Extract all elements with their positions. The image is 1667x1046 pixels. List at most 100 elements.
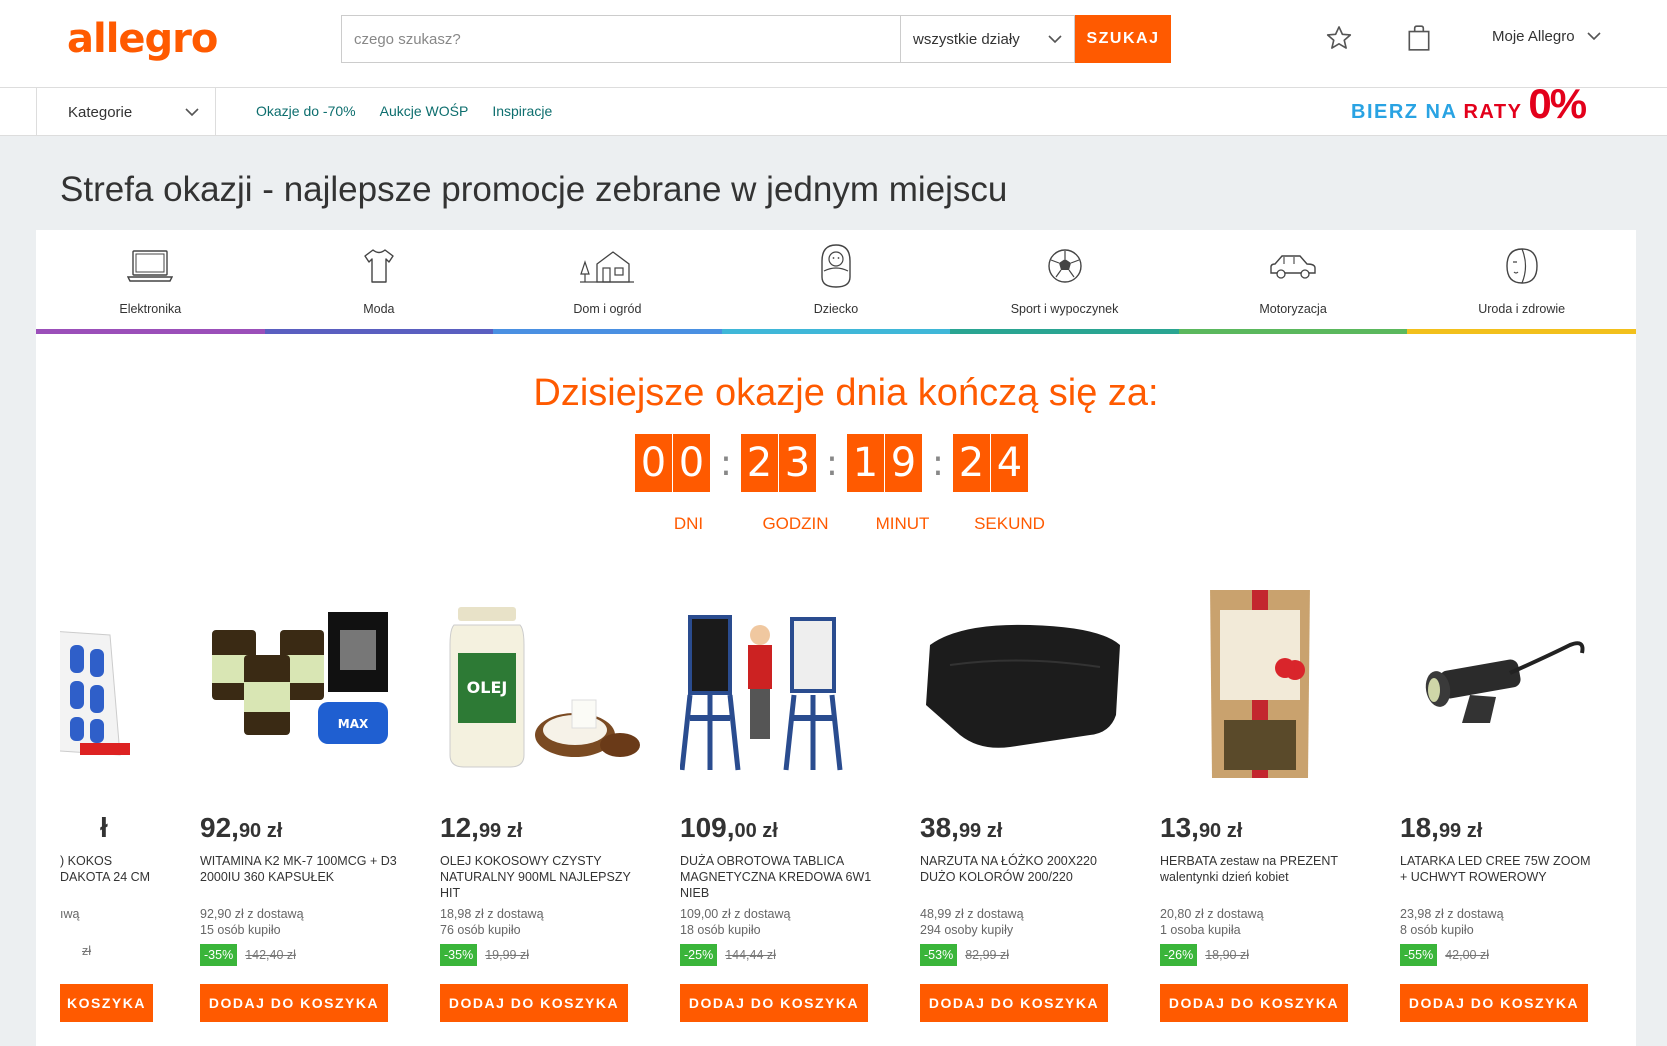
- category-color-bar: [1407, 329, 1636, 334]
- product-name[interactable]: DUŻA OBROTOWA TABLICA MAGNETYCZNA KREDOW…: [680, 853, 880, 901]
- category-tab-moda[interactable]: Moda: [264, 230, 494, 334]
- product-bought-count: 18 osób kupiło: [680, 923, 761, 937]
- page-title: Strefa okazji - najlepsze promocje zebra…: [60, 170, 1008, 209]
- product-name[interactable]: HERBATA zestaw na PREZENT walentynki dzi…: [1160, 853, 1360, 885]
- search-bar: wszystkie działy SZUKAJ: [341, 15, 1171, 63]
- category-tab-dziecko[interactable]: Dziecko: [721, 230, 951, 334]
- product-name[interactable]: LATARKA LED CREE 75W ZOOM + UCHWYT ROWER…: [1400, 853, 1600, 885]
- categories-dropdown[interactable]: Kategorie: [36, 88, 216, 136]
- timer-separator: :: [825, 442, 839, 484]
- category-color-bar: [36, 329, 265, 334]
- category-color-bar: [950, 329, 1179, 334]
- product-shipping: 23,98 zł z dostawą: [1400, 907, 1504, 921]
- product-discount: zł: [82, 944, 91, 958]
- product-discount: -35% 19,99 zł: [440, 944, 529, 966]
- category-label: Moda: [363, 302, 395, 316]
- nav-link-inspiracje[interactable]: Inspiracje: [492, 103, 552, 119]
- product-bought-count: 294 osoby kupiły: [920, 923, 1014, 937]
- product-image[interactable]: OLEJ: [440, 590, 640, 790]
- search-button[interactable]: SZUKAJ: [1075, 15, 1171, 63]
- product-card[interactable]: 18,99 zł LATARKA LED CREE 75W ZOOM + UCH…: [1400, 590, 1600, 1046]
- category-label: Elektronika: [119, 302, 182, 316]
- search-input[interactable]: [341, 15, 900, 63]
- product-card[interactable]: 38,99 zł NARZUTA NA ŁÓŻKO 200x220 DUŻO K…: [920, 590, 1120, 1046]
- countdown-labels: DNI GODZIN MINUT SEKUND: [635, 514, 1063, 534]
- add-to-cart-button[interactable]: DODAJ DO KOSZYKA: [1400, 984, 1588, 1022]
- top-header: allegro wszystkie działy SZUKAJ Moje All…: [0, 0, 1667, 88]
- nav-link-okazje[interactable]: Okazje do -70%: [256, 103, 356, 119]
- product-image[interactable]: MAX: [200, 590, 400, 790]
- timer-label-minutes: MINUT: [875, 514, 930, 533]
- product-shipping: 109,00 zł z dostawą: [680, 907, 791, 921]
- discount-badge: -35%: [200, 944, 238, 966]
- product-image[interactable]: [1400, 590, 1600, 790]
- old-price: 42,00 zł: [1445, 948, 1489, 962]
- my-allegro-menu[interactable]: Moje Allegro: [1492, 28, 1601, 45]
- product-card[interactable]: ł ) Kokos DAKOTA 24 cm ıwą zł KOSZYKA: [60, 590, 153, 1046]
- timer-label-days: DNI: [673, 514, 704, 533]
- product-name[interactable]: Witamina K2 MK-7 100mcg + D3 2000IU 360 …: [200, 853, 400, 885]
- product-discount: -26% 18,90 zł: [1160, 944, 1249, 966]
- product-shipping: 18,98 zł z dostawą: [440, 907, 544, 921]
- product-price: 92,90 zł: [200, 812, 283, 843]
- installments-promo-banner[interactable]: BIERZ NA RATY 0%: [1351, 83, 1587, 125]
- old-price: zł: [82, 944, 92, 958]
- category-label: Sport i wypoczynek: [1010, 302, 1119, 316]
- product-card[interactable]: OLEJ 12,99 zł OLEJ KOKOSOWY CZYSTY NATUR…: [440, 590, 640, 1046]
- add-to-cart-button[interactable]: DODAJ DO KOSZYKA: [200, 984, 388, 1022]
- face-icon: [1503, 244, 1541, 288]
- category-color-bar: [1178, 329, 1408, 334]
- product-name[interactable]: NARZUTA NA ŁÓŻKO 200x220 DUŻO KOLORÓW 20…: [920, 853, 1120, 885]
- timer-label-hours: GODZIN: [762, 514, 829, 533]
- laptop-icon: [127, 244, 174, 288]
- department-select-label: wszystkie działy: [913, 30, 1020, 48]
- nav-link-aukcje-wosp[interactable]: Aukcje WOŚP: [380, 103, 469, 119]
- shopping-bag-icon[interactable]: [1403, 22, 1435, 54]
- category-label: Motoryzacja: [1259, 302, 1327, 316]
- timer-label-seconds: SEKUND: [974, 514, 1045, 533]
- category-tab-uroda[interactable]: Uroda i zdrowie: [1407, 230, 1636, 334]
- add-to-cart-button[interactable]: DODAJ DO KOSZYKA: [680, 984, 868, 1022]
- allegro-logo[interactable]: allegro: [67, 16, 218, 62]
- discount-badge: -55%: [1400, 944, 1438, 966]
- category-tab-elektronika[interactable]: Elektronika: [36, 230, 265, 334]
- category-tab-dom-i-ogrod[interactable]: Dom i ogród: [493, 230, 722, 334]
- old-price: 144,44 zł: [725, 948, 776, 962]
- baby-icon: [820, 244, 852, 288]
- product-image[interactable]: [920, 590, 1120, 790]
- chevron-down-icon: [1586, 32, 1601, 41]
- product-discount: -55% 42,00 zł: [1400, 944, 1489, 966]
- department-select[interactable]: wszystkie działy: [900, 15, 1075, 63]
- product-image[interactable]: [680, 590, 880, 790]
- star-icon[interactable]: [1323, 22, 1355, 54]
- car-icon: [1268, 244, 1318, 288]
- timer-digit: 2: [953, 434, 990, 492]
- old-price: 18,90 zł: [1205, 948, 1249, 962]
- promo-text-part2: RATY: [1463, 101, 1523, 123]
- add-to-cart-button[interactable]: KOSZYKA: [60, 984, 153, 1022]
- add-to-cart-button[interactable]: DODAJ DO KOSZYKA: [1160, 984, 1348, 1022]
- timer-digit: 1: [847, 434, 884, 492]
- product-image[interactable]: [60, 590, 130, 790]
- product-name[interactable]: ) Kokos DAKOTA 24 cm: [60, 853, 160, 885]
- svg-text:MAX: MAX: [338, 717, 369, 731]
- category-color-bar: [721, 329, 951, 334]
- category-label: Dom i ogród: [573, 302, 642, 316]
- product-image[interactable]: [1160, 590, 1360, 790]
- timer-digit: 4: [991, 434, 1028, 492]
- product-card[interactable]: 109,00 zł DUŻA OBROTOWA TABLICA MAGNETYC…: [680, 590, 880, 1046]
- add-to-cart-button[interactable]: DODAJ DO KOSZYKA: [440, 984, 628, 1022]
- product-bought-count: 15 osób kupiło: [200, 923, 281, 937]
- svg-text:OLEJ: OLEJ: [467, 678, 508, 697]
- category-tab-motoryzacja[interactable]: Motoryzacja: [1178, 230, 1408, 334]
- product-name[interactable]: OLEJ KOKOSOWY CZYSTY NATURALNY 900ml NAJ…: [440, 853, 640, 901]
- chevron-down-icon: [185, 107, 199, 116]
- product-card[interactable]: 13,90 zł HERBATA zestaw na PREZENT walen…: [1160, 590, 1360, 1046]
- countdown-title: Dzisiejsze okazje dnia kończą się za:: [533, 372, 1159, 414]
- add-to-cart-button[interactable]: DODAJ DO KOSZYKA: [920, 984, 1108, 1022]
- product-card[interactable]: MAX 92,90 zł Witamina K2 MK-7 100mcg + D…: [200, 590, 400, 1046]
- product-shipping: 20,80 zł z dostawą: [1160, 907, 1264, 921]
- category-tab-sport[interactable]: Sport i wypoczynek: [950, 230, 1179, 334]
- football-icon: [1046, 244, 1084, 288]
- product-price: 109,00 zł: [680, 812, 778, 843]
